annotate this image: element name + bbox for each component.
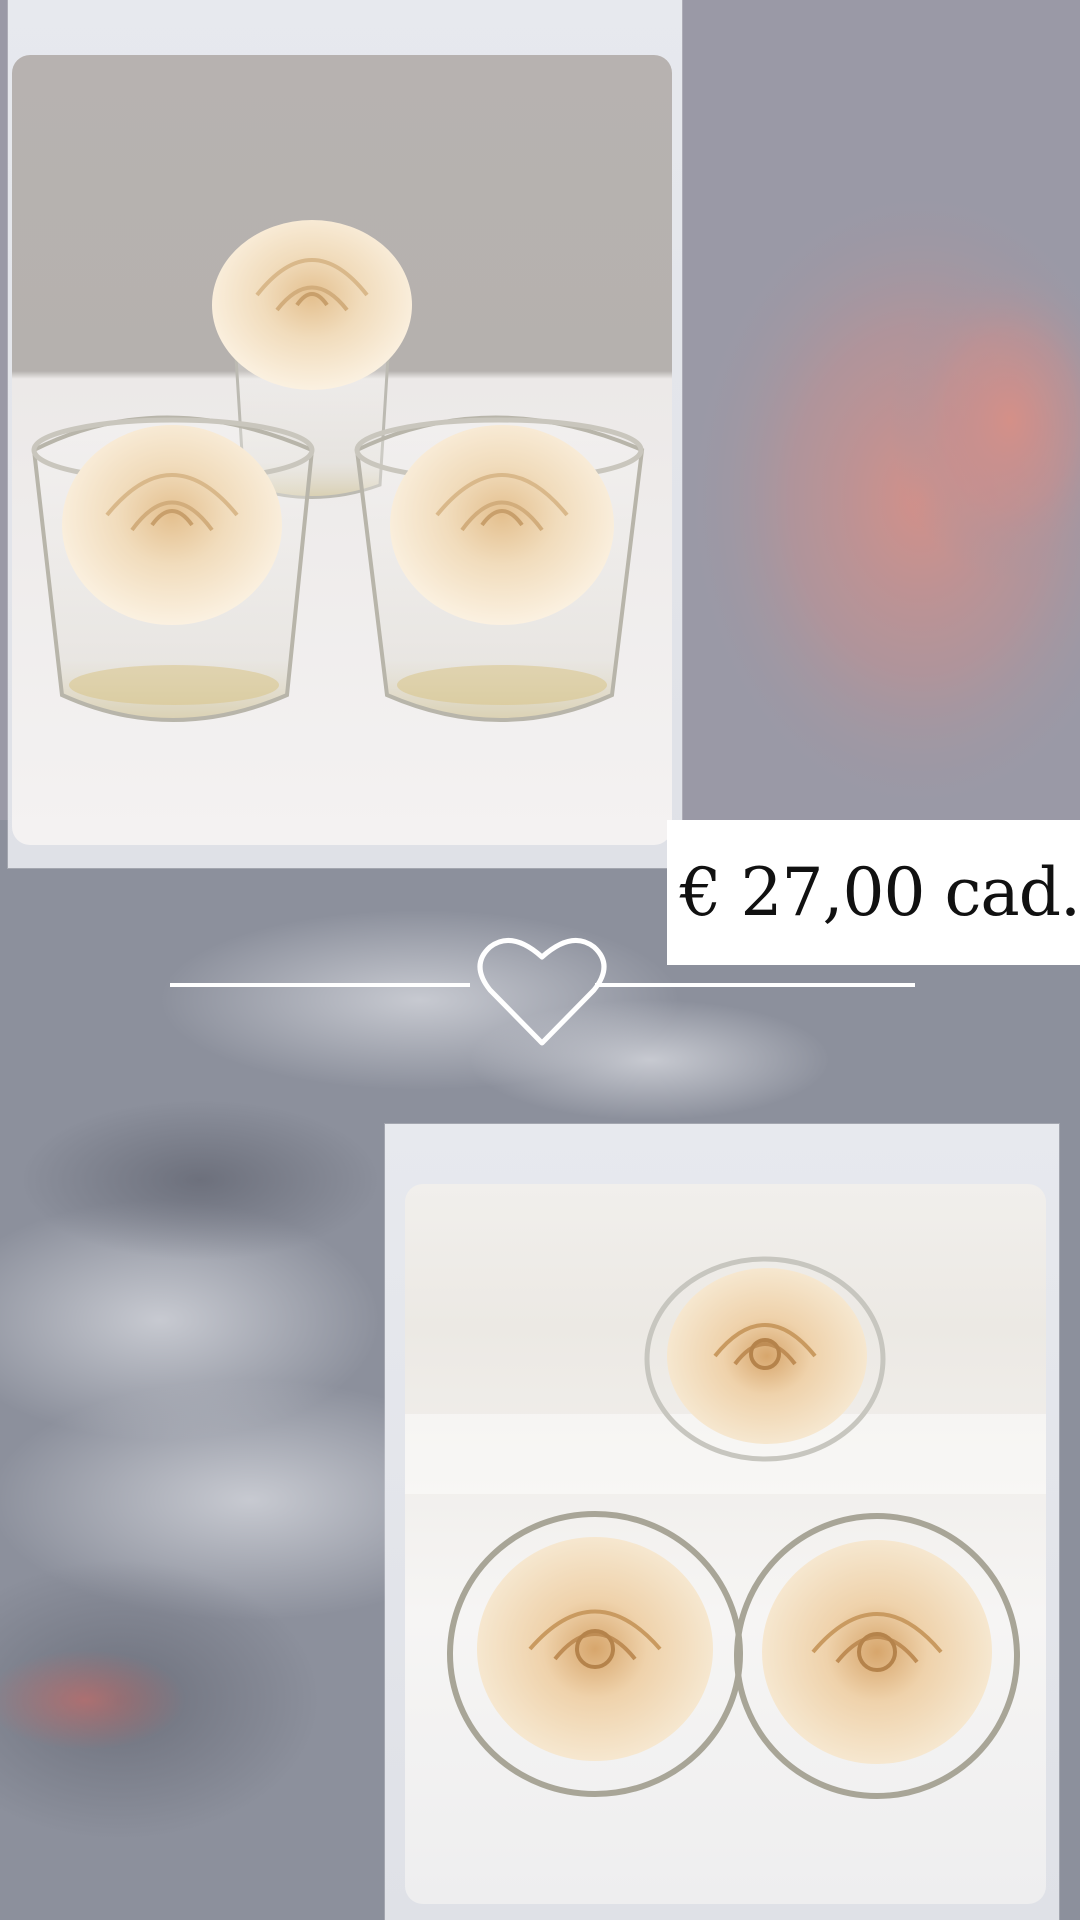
price-label: € 27,00 cad. <box>679 853 1080 931</box>
roses-top-view-illustration <box>405 1256 1046 1799</box>
photo-three-roses-top-view <box>385 1124 1059 1920</box>
heart-outline-icon <box>477 937 607 1046</box>
rose-bottom-left <box>447 1511 743 1797</box>
promo-page: € 27,00 cad. <box>0 0 1080 1920</box>
photo-top-image <box>405 1184 1046 1904</box>
rose-right <box>390 425 614 625</box>
rose-bottom-right <box>734 1513 1020 1799</box>
rose-back <box>212 220 412 390</box>
photo-three-roses-side-view <box>8 0 682 868</box>
rose-left <box>62 425 282 625</box>
heart-divider <box>170 937 915 1046</box>
photo-side-image <box>12 55 672 845</box>
roses-in-glasses-illustration <box>31 220 645 722</box>
rose-top <box>644 1256 886 1462</box>
